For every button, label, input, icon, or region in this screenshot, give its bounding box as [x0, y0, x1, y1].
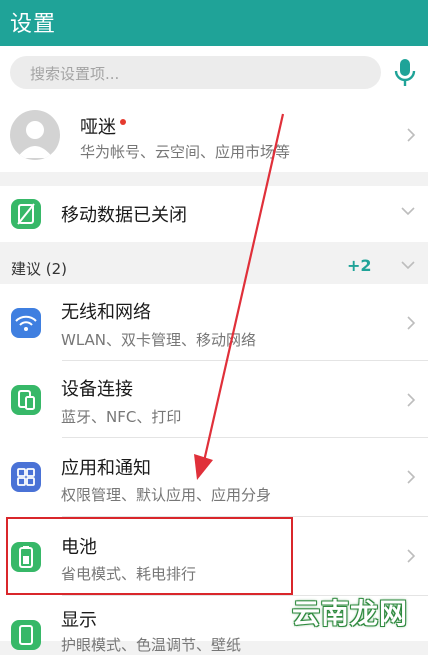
- watermark: 云南龙网: [292, 597, 409, 630]
- annotation-arrow: [194, 113, 285, 480]
